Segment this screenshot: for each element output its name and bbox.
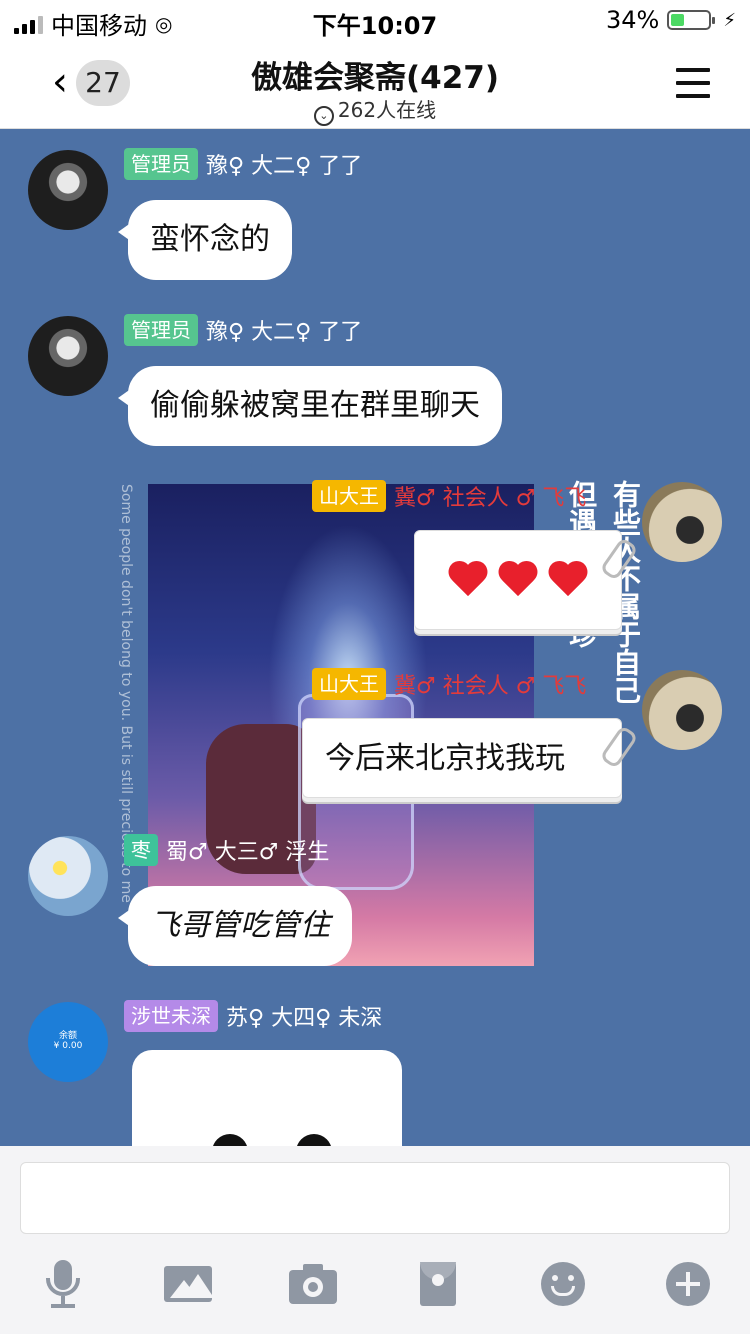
sender-meta: 涉世未深 苏♀ 大四♀ 未深 xyxy=(124,1000,382,1032)
title-badge: 涉世未深 xyxy=(124,1000,218,1032)
admin-badge: 管理员 xyxy=(124,314,198,346)
heart-icon xyxy=(448,562,488,598)
red-packet-icon[interactable] xyxy=(410,1256,466,1312)
sender-info: 苏♀ 大四♀ 未深 xyxy=(226,1006,383,1031)
sender-meta: 山大王 冀♂ 社会人 ♂ 飞飞 xyxy=(312,480,586,512)
battery-group: 34% ⚡ xyxy=(606,6,736,34)
menu-icon[interactable] xyxy=(676,68,710,107)
sender-meta: 管理员 豫♀ 大二♀ 了了 xyxy=(124,314,362,346)
title-badge: 山大王 xyxy=(312,480,386,512)
chat-header: ‹ 27 傲雄会聚斋(427) ⌄ 262人在线 xyxy=(0,40,750,129)
avatar[interactable] xyxy=(28,836,108,916)
title-badge: 枣 xyxy=(124,834,158,866)
image-message-bubble[interactable] xyxy=(132,1050,402,1146)
sender-info: 豫♀ 大二♀ 了了 xyxy=(206,320,363,345)
group-title: 傲雄会聚斋(427) xyxy=(250,60,500,96)
message-bubble[interactable]: 今后来北京找我玩 xyxy=(302,718,639,798)
emoji-icon[interactable] xyxy=(535,1256,591,1312)
avatar[interactable]: 余额 ¥ 0.00 xyxy=(28,1002,108,1082)
avatar-label: 余额 xyxy=(58,1031,77,1041)
avatar[interactable] xyxy=(28,316,108,396)
avatar[interactable] xyxy=(28,150,108,230)
plus-icon[interactable] xyxy=(660,1256,716,1312)
message-text: 今后来北京找我玩 xyxy=(325,741,565,776)
panda-sticker-icon xyxy=(212,1134,332,1146)
input-toolbar xyxy=(0,1256,750,1312)
avatar-amount: ¥ 0.00 xyxy=(53,1041,83,1051)
admin-badge: 管理员 xyxy=(124,148,198,180)
message-bubble[interactable]: 偷偷躲被窝里在群里聊天 xyxy=(118,366,502,446)
message-input[interactable] xyxy=(20,1162,730,1234)
input-bar xyxy=(0,1146,750,1334)
charging-icon: ⚡ xyxy=(723,9,736,31)
sender-info: 豫♀ 大二♀ 了了 xyxy=(206,154,363,179)
online-count-text: 262人在线 xyxy=(337,98,437,122)
sender-meta: 枣 蜀♂ 大三♂ 浮生 xyxy=(124,834,329,866)
chat-area[interactable]: Some people don't belong to you. But is … xyxy=(0,128,750,1146)
avatar[interactable] xyxy=(642,670,722,750)
battery-icon xyxy=(667,10,716,30)
camera-icon[interactable] xyxy=(285,1256,341,1312)
microphone-icon[interactable] xyxy=(35,1256,91,1312)
image-caption-en: Some people don't belong to you. But is … xyxy=(118,484,134,903)
heart-icon xyxy=(498,562,538,598)
picture-icon[interactable] xyxy=(160,1256,216,1312)
hearts-group xyxy=(437,531,599,629)
sender-info: 蜀♂ 大三♂ 浮生 xyxy=(166,840,330,865)
sender-info: 冀♂ 社会人 ♂ 飞飞 xyxy=(394,674,587,699)
online-count[interactable]: ⌄ 262人在线 xyxy=(0,94,750,126)
title-badge: 山大王 xyxy=(312,668,386,700)
message-bubble[interactable]: 飞哥管吃管住 xyxy=(118,886,352,966)
status-bar: 中国移动 ◎ 下午10:07 34% ⚡ xyxy=(0,0,750,40)
sender-info: 冀♂ 社会人 ♂ 飞飞 xyxy=(394,486,587,511)
chevron-down-icon: ⌄ xyxy=(313,106,334,126)
message-bubble-hearts[interactable] xyxy=(414,530,639,630)
sender-meta: 管理员 豫♀ 大二♀ 了了 xyxy=(124,148,362,180)
avatar[interactable] xyxy=(642,482,722,562)
battery-percent: 34% xyxy=(606,6,660,34)
sender-meta: 山大王 冀♂ 社会人 ♂ 飞飞 xyxy=(312,668,586,700)
heart-icon xyxy=(548,562,588,598)
message-bubble[interactable]: 蛮怀念的 xyxy=(118,200,292,280)
